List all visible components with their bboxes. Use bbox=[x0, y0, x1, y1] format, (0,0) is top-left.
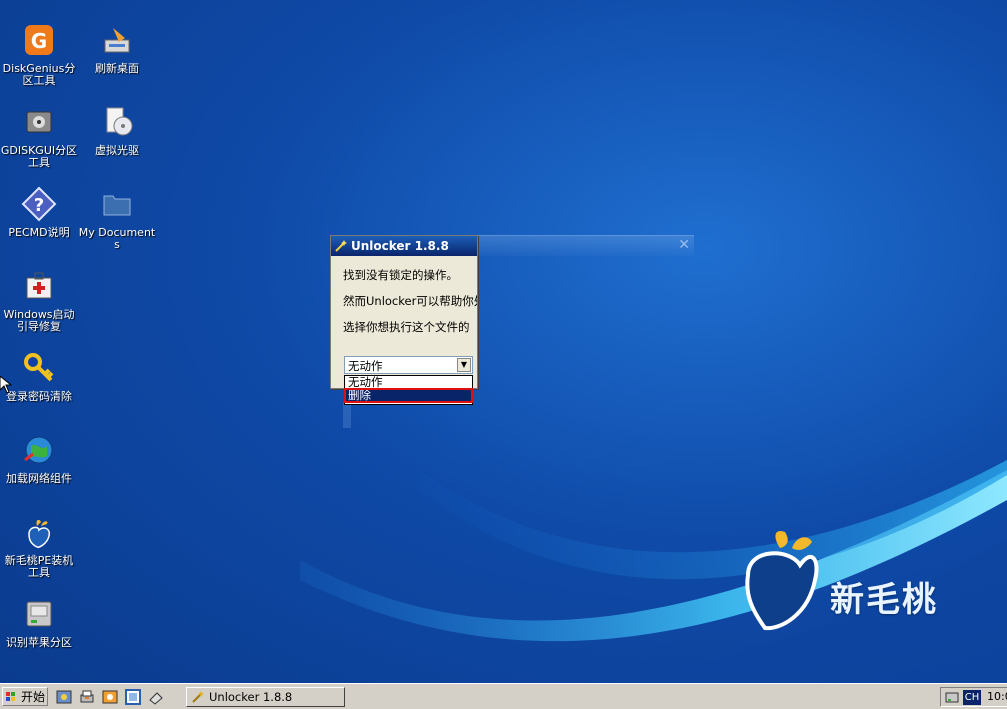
icon-label: DiskGenius分区工具 bbox=[2, 62, 76, 87]
network-globe-icon bbox=[24, 436, 53, 464]
dialog-title: Unlocker 1.8.8 bbox=[351, 239, 449, 253]
ime-indicator[interactable]: CH bbox=[963, 690, 981, 705]
folder-icon bbox=[103, 195, 131, 216]
quicklaunch-explorer-icon[interactable] bbox=[102, 689, 118, 705]
ghost-artifact bbox=[343, 402, 351, 428]
start-button[interactable]: 开始 bbox=[2, 687, 48, 706]
desktop-icon-network[interactable]: 加载网络组件 bbox=[0, 432, 78, 485]
repair-kit-icon bbox=[26, 272, 52, 299]
icon-label: 识别苹果分区 bbox=[6, 636, 72, 649]
icon-label: 加载网络组件 bbox=[6, 472, 72, 485]
dialog-message-line2: 然而Unlocker可以帮助你处 bbox=[343, 294, 477, 308]
option-delete[interactable]: 删除 bbox=[344, 388, 473, 403]
clock[interactable]: 10:0 bbox=[987, 690, 1007, 703]
taskbar: 开始 Unlocker 1.8.8 CH 10:0 bbox=[0, 683, 1007, 709]
virtual-drive-icon bbox=[106, 107, 133, 136]
icon-label: PECMD说明 bbox=[8, 226, 70, 239]
action-dropdown-list: 无动作 删除 bbox=[344, 375, 473, 405]
chevron-down-icon[interactable]: ▼ bbox=[457, 358, 471, 372]
peach-icon bbox=[28, 519, 51, 548]
taskbar-unlocker-button[interactable]: Unlocker 1.8.8 bbox=[186, 687, 345, 707]
icon-label: 刷新桌面 bbox=[95, 62, 139, 75]
drive-icon bbox=[26, 601, 52, 627]
icon-label: GDISKGUI分区工具 bbox=[0, 144, 78, 169]
ghost-titlebar: ✕ bbox=[476, 235, 694, 256]
close-icon: ✕ bbox=[678, 237, 690, 253]
dialog-titlebar[interactable]: Unlocker 1.8.8 bbox=[331, 236, 477, 256]
desktop-icon-virtual-drive[interactable]: 虚拟光驱 bbox=[78, 104, 156, 157]
desktop-icon-gdiskgui[interactable]: GDISKGUI分区工具 bbox=[0, 104, 78, 169]
action-select[interactable]: 无动作 ▼ bbox=[344, 356, 473, 374]
quicklaunch-screenshot-icon[interactable] bbox=[125, 689, 141, 705]
desktop-icon-pecmd[interactable]: ? PECMD说明 bbox=[0, 186, 78, 239]
unlocker-wand-icon bbox=[192, 691, 204, 703]
unlocker-dialog: Unlocker 1.8.8 找到没有锁定的操作。 然而Unlocker可以帮助… bbox=[330, 235, 478, 405]
icon-label: My Documents bbox=[78, 226, 156, 251]
refresh-desktop-icon bbox=[104, 28, 130, 53]
windows-logo-icon bbox=[6, 692, 15, 701]
start-label: 开始 bbox=[21, 690, 46, 704]
help-icon: ? bbox=[21, 186, 57, 222]
icon-label: 新毛桃PE装机工具 bbox=[4, 554, 74, 579]
wallpaper-logo-text: 新毛桃 bbox=[830, 580, 938, 620]
desktop-icon-my-documents[interactable]: My Documents bbox=[78, 186, 156, 251]
key-icon bbox=[24, 353, 54, 382]
svg-text:?: ? bbox=[34, 195, 44, 216]
dialog-message-line3: 选择你想执行这个文件的 bbox=[343, 320, 470, 334]
desktop-icon-apple-partition[interactable]: 识别苹果分区 bbox=[0, 596, 78, 649]
svg-text:G: G bbox=[31, 29, 47, 53]
dialog-message-line1: 找到没有锁定的操作。 bbox=[343, 268, 458, 282]
unlocker-wand-icon bbox=[335, 240, 347, 252]
taskbar-unlocker-label: Unlocker 1.8.8 bbox=[209, 690, 293, 704]
desktop-icon-refresh[interactable]: 刷新桌面 bbox=[78, 22, 156, 75]
desktop-icon-diskgenius[interactable]: G DiskGenius分区工具 bbox=[0, 22, 78, 87]
icon-label: Windows启动引导修复 bbox=[3, 308, 75, 333]
desktop: G DiskGenius分区工具 刷新桌面 GDISKGUI分区工具 虚拟光驱 … bbox=[0, 0, 1007, 683]
system-tray: CH 10:0 bbox=[940, 687, 1007, 707]
desktop-icon-peach-installer[interactable]: 新毛桃PE装机工具 bbox=[0, 514, 78, 579]
quicklaunch-eraser-icon[interactable] bbox=[148, 689, 164, 705]
desktop-icon-windows-repair[interactable]: Windows启动引导修复 bbox=[0, 268, 78, 333]
action-select-value: 无动作 bbox=[348, 359, 383, 373]
tray-drive-icon[interactable] bbox=[945, 690, 959, 704]
diskgenius-icon: G bbox=[25, 25, 53, 55]
quicklaunch-settings-icon[interactable] bbox=[56, 689, 72, 705]
mouse-cursor-icon bbox=[0, 376, 12, 394]
quicklaunch-printer-icon[interactable] bbox=[79, 689, 95, 705]
icon-label: 虚拟光驱 bbox=[95, 144, 139, 157]
gdiskgui-icon bbox=[26, 111, 52, 133]
